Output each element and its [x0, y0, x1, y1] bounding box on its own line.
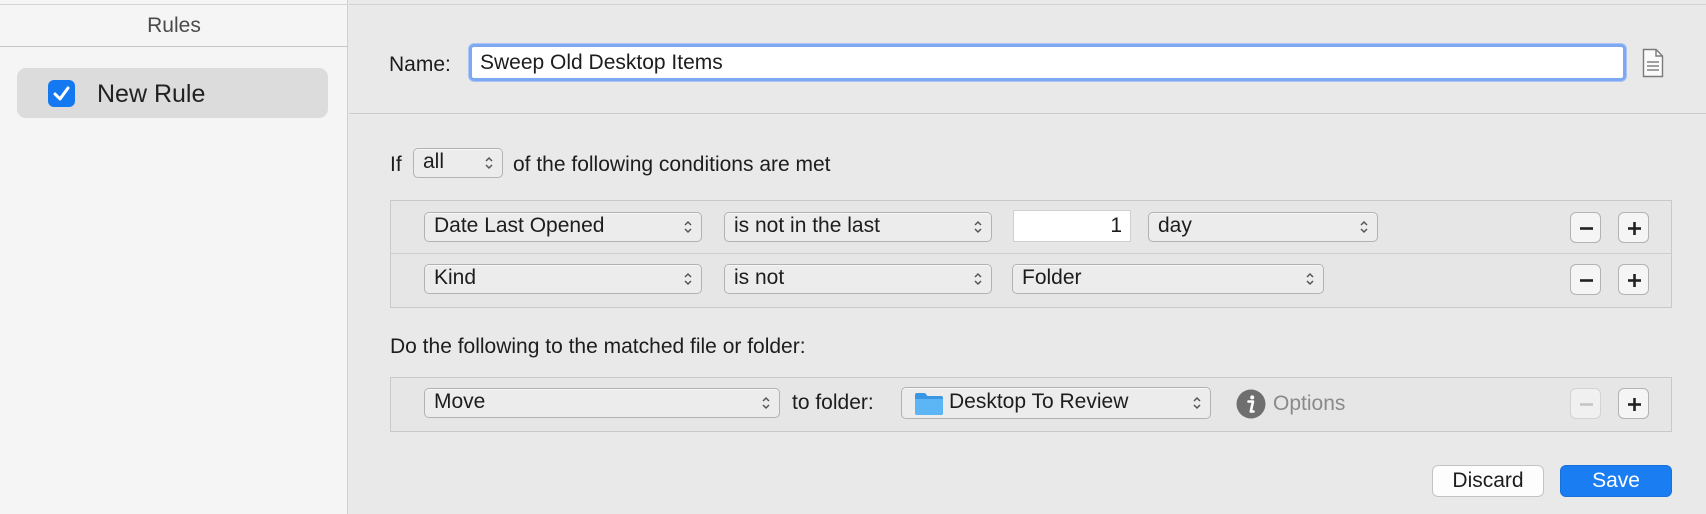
condition-row-divider	[391, 253, 1671, 254]
match-mode-value: all	[423, 150, 445, 173]
info-icon[interactable]	[1236, 389, 1266, 419]
if-label: If	[390, 153, 402, 176]
up-down-chevron-icon	[684, 272, 692, 286]
up-down-chevron-icon	[1306, 272, 1314, 286]
up-down-chevron-icon	[974, 220, 982, 234]
name-label: Name:	[389, 53, 451, 76]
checkmark-icon	[53, 86, 70, 101]
rule-name-field[interactable]	[469, 44, 1626, 81]
rule-enabled-checkbox[interactable]	[48, 80, 75, 107]
up-down-chevron-icon	[1193, 396, 1201, 410]
remove-action-button[interactable]	[1570, 388, 1601, 419]
sidebar-header: Rules	[0, 5, 348, 47]
up-down-chevron-icon	[485, 156, 493, 170]
discard-button[interactable]: Discard	[1432, 465, 1544, 497]
add-condition-button[interactable]	[1618, 212, 1649, 243]
up-down-chevron-icon	[762, 396, 770, 410]
condition-attribute-value: Date Last Opened	[434, 214, 605, 237]
destination-folder-value: Desktop To Review	[949, 390, 1129, 413]
condition-kind-select[interactable]: Folder	[1012, 264, 1324, 294]
main-top-divider	[349, 4, 1706, 5]
condition-operator-value: is not	[734, 266, 785, 289]
destination-folder-select[interactable]: Desktop To Review	[901, 387, 1211, 419]
add-action-button[interactable]	[1618, 388, 1649, 419]
condition-operator-value: is not in the last	[734, 214, 880, 237]
name-section-divider	[349, 113, 1706, 114]
up-down-chevron-icon	[1360, 220, 1368, 234]
condition-unit-value: day	[1158, 214, 1192, 237]
rule-label: New Rule	[97, 80, 206, 108]
action-type-select[interactable]: Move	[424, 388, 780, 418]
minus-icon	[1580, 227, 1593, 230]
condition-attribute-select[interactable]: Kind	[424, 264, 702, 294]
plus-icon	[1628, 222, 1641, 235]
add-condition-button[interactable]	[1618, 264, 1649, 295]
condition-unit-select[interactable]: day	[1148, 212, 1378, 242]
to-folder-label: to folder:	[792, 391, 874, 414]
condition-value-field[interactable]: 1	[1013, 210, 1131, 242]
condition-kind-value: Folder	[1022, 266, 1082, 289]
condition-operator-select[interactable]: is not	[724, 264, 992, 294]
actions-label: Do the following to the matched file or …	[390, 335, 806, 358]
condition-attribute-select[interactable]: Date Last Opened	[424, 212, 702, 242]
plus-icon	[1628, 274, 1641, 287]
document-icon[interactable]	[1642, 48, 1664, 78]
match-mode-select[interactable]: all	[413, 148, 503, 178]
options-link[interactable]: Options	[1273, 390, 1345, 418]
condition-operator-select[interactable]: is not in the last	[724, 212, 992, 242]
condition-attribute-value: Kind	[434, 266, 477, 289]
remove-condition-button[interactable]	[1570, 212, 1601, 243]
plus-icon	[1628, 398, 1641, 411]
up-down-chevron-icon	[974, 272, 982, 286]
save-button[interactable]: Save	[1560, 465, 1672, 497]
up-down-chevron-icon	[684, 220, 692, 234]
minus-icon	[1580, 279, 1593, 282]
folder-icon	[914, 391, 944, 416]
action-type-value: Move	[434, 390, 486, 413]
remove-condition-button[interactable]	[1570, 264, 1601, 295]
conditions-suffix-label: of the following conditions are met	[513, 153, 831, 176]
minus-icon	[1580, 403, 1593, 406]
